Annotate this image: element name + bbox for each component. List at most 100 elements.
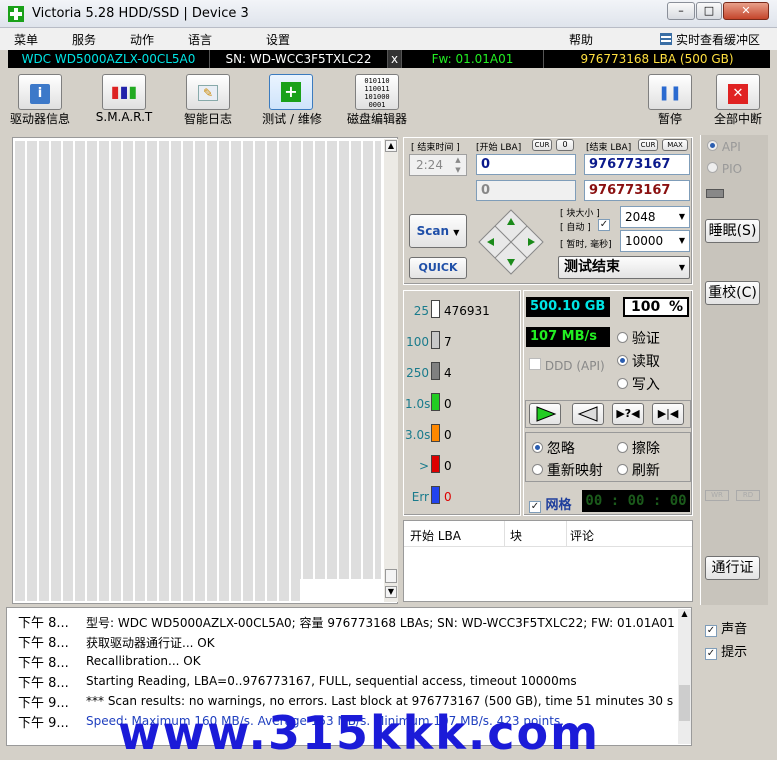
skip-button[interactable]: ▶?◀ [612,403,644,425]
log-scrollbar[interactable]: ▲ [678,609,691,744]
test-repair-button[interactable]: + 测试 / 维修 [258,74,326,127]
test-plus-icon: + [269,74,313,110]
scroll-thumb[interactable] [385,569,397,583]
drive-info-button[interactable]: i 驱动器信息 [8,74,72,127]
scroll-up-arrow-icon[interactable]: ▲ [678,609,691,621]
pause-label: 暂停 [657,112,682,126]
ignore-label: 忽略 [546,441,575,457]
log-edit-icon: ✎ [186,74,230,110]
end-time-spinner-icon[interactable]: ▲ ▼ [451,155,465,175]
end-lba-input[interactable]: 976773167 [584,154,690,175]
log-time: 下午 8... [18,636,69,651]
wr-indicator: WR [705,490,729,501]
results-table: 开始 LBA 块 评论 [403,520,693,602]
recalibrate-button[interactable]: 重校(C) [705,281,760,305]
scan-button[interactable]: Scan ▼ [409,214,467,248]
passport-button[interactable]: 通行证 [705,556,760,580]
dropdown-arrow-icon: ▼ [453,228,460,237]
dropdown-arrow-icon: ▼ [678,236,685,245]
scroll-up-arrow-icon[interactable]: ▲ [385,140,397,152]
sleep-button[interactable]: 睡眠(S) [705,219,760,243]
smart-label: S.M.A.R.T [95,110,153,124]
latency-color-block [431,300,440,318]
ignore-radio[interactable]: 忽略 [532,438,575,458]
latency-label: 3.0s [405,428,431,442]
quick-button[interactable]: QUICK [409,257,467,279]
start-lba-current: 0 [476,180,576,201]
timeout-select[interactable]: 10000 ▼ [620,230,690,252]
menu-main[interactable]: 菜单 [14,31,38,48]
direction-pad-icon[interactable] [477,208,545,276]
smart-button[interactable]: ▮▮▮ S.M.A.R.T [92,74,156,124]
dropdown-arrow-icon: ▼ [678,263,685,272]
write-radio[interactable]: 写入 [617,374,660,394]
read-radio[interactable]: 读取 [617,351,660,371]
block-size-select[interactable]: 2048 ▼ [620,206,690,228]
end-time-label: [ 结束时间 ] [411,143,460,153]
scanned-size: 500.10 GB [526,297,610,317]
menu-help[interactable]: 帮助 [569,31,593,48]
grid-checkbox[interactable]: ✓ 网格 [529,494,572,513]
start-lba-input[interactable]: 0 [476,154,576,175]
end-cur-button[interactable]: CUR [638,139,658,151]
status-select[interactable]: 测试结束 ▼ [558,256,690,279]
sound-label: 声音 [721,622,748,637]
latency-color-block [431,455,440,473]
current-speed: 107 MB/s [526,327,610,347]
abort-all-button[interactable]: ✕ 全部中断 [710,74,766,127]
back-button[interactable] [572,403,604,425]
clear-x-button[interactable]: x [388,50,402,68]
latency-count: 476931 [444,304,490,318]
timeout-label: [ 暂时, 毫秒] [560,240,612,250]
sound-checkbox[interactable]: ✓ 声音 [705,618,747,637]
end-icon: ▶|◀ [657,407,679,420]
menu-language[interactable]: 语言 [188,31,212,48]
status-value: 测试结束 [564,259,620,275]
col-comment[interactable]: 评论 [570,527,594,544]
menu-realtime-buffer[interactable]: 实时查看缓冲区 [676,31,760,48]
minimize-button[interactable]: – [667,2,695,20]
end-lba-label: [结束 LBA] [586,143,632,153]
erase-radio[interactable]: 擦除 [617,438,660,458]
erase-label: 擦除 [631,441,660,457]
pause-button[interactable]: ❚❚ 暂停 [644,74,696,127]
test-repair-label: 测试 / 维修 [262,112,322,126]
end-button[interactable]: ▶|◀ [652,403,684,425]
hints-checkbox[interactable]: ✓ 提示 [705,641,747,660]
end-max-button[interactable]: MAX [662,139,688,151]
drive-firmware: Fw: 01.01A01 [402,50,544,68]
ddd-api-checkbox[interactable]: DDD (API) [529,358,605,373]
scroll-down-arrow-icon[interactable]: ▼ [385,586,397,598]
menu-bar: 菜单 服务 动作 语言 设置 帮助 实时查看缓冲区 [0,28,777,50]
remap-radio[interactable]: 重新映射 [532,460,603,480]
app-cross-icon [8,6,24,22]
refresh-radio[interactable]: 刷新 [617,460,660,480]
maximize-button[interactable]: □ [696,2,722,20]
log-message: 获取驱动器通行证... OK [86,636,215,650]
play-button[interactable] [529,403,561,425]
api-radio[interactable]: API [707,140,741,154]
title-bar: Victoria 5.28 HDD/SSD | Device 3 – □ ✕ [0,0,777,28]
start-zero-button[interactable]: 0 [556,139,574,151]
menu-action[interactable]: 动作 [130,31,154,48]
log-scroll-thumb[interactable] [679,685,690,721]
refresh-label: 刷新 [631,463,660,479]
smart-log-button[interactable]: ✎ 智能日志 [176,74,240,127]
disk-editor-button[interactable]: 010110 110011 101000 0001 磁盘编辑器 [342,74,412,127]
scan-label: Scan [416,224,450,238]
disk-editor-label: 磁盘编辑器 [346,112,407,126]
close-button[interactable]: ✕ [723,2,769,20]
pio-radio[interactable]: PIO [707,162,742,176]
verify-radio[interactable]: 验证 [617,328,660,348]
smart-log-label: 智能日志 [183,112,232,126]
menu-settings[interactable]: 设置 [266,31,290,48]
grid-scrollbar[interactable]: ▲ ▼ [384,139,398,602]
auto-checkbox[interactable]: ✓ [598,219,610,231]
col-start-lba[interactable]: 开始 LBA [410,527,461,544]
start-cur-button[interactable]: CUR [532,139,552,151]
latency-label: 25 [413,304,429,318]
log-message: 型号: WDC WD5000AZLX-00CL5A0; 容量 976773168… [86,616,674,630]
menu-service[interactable]: 服务 [72,31,96,48]
col-block[interactable]: 块 [510,527,522,544]
write-label: 写入 [631,377,660,393]
